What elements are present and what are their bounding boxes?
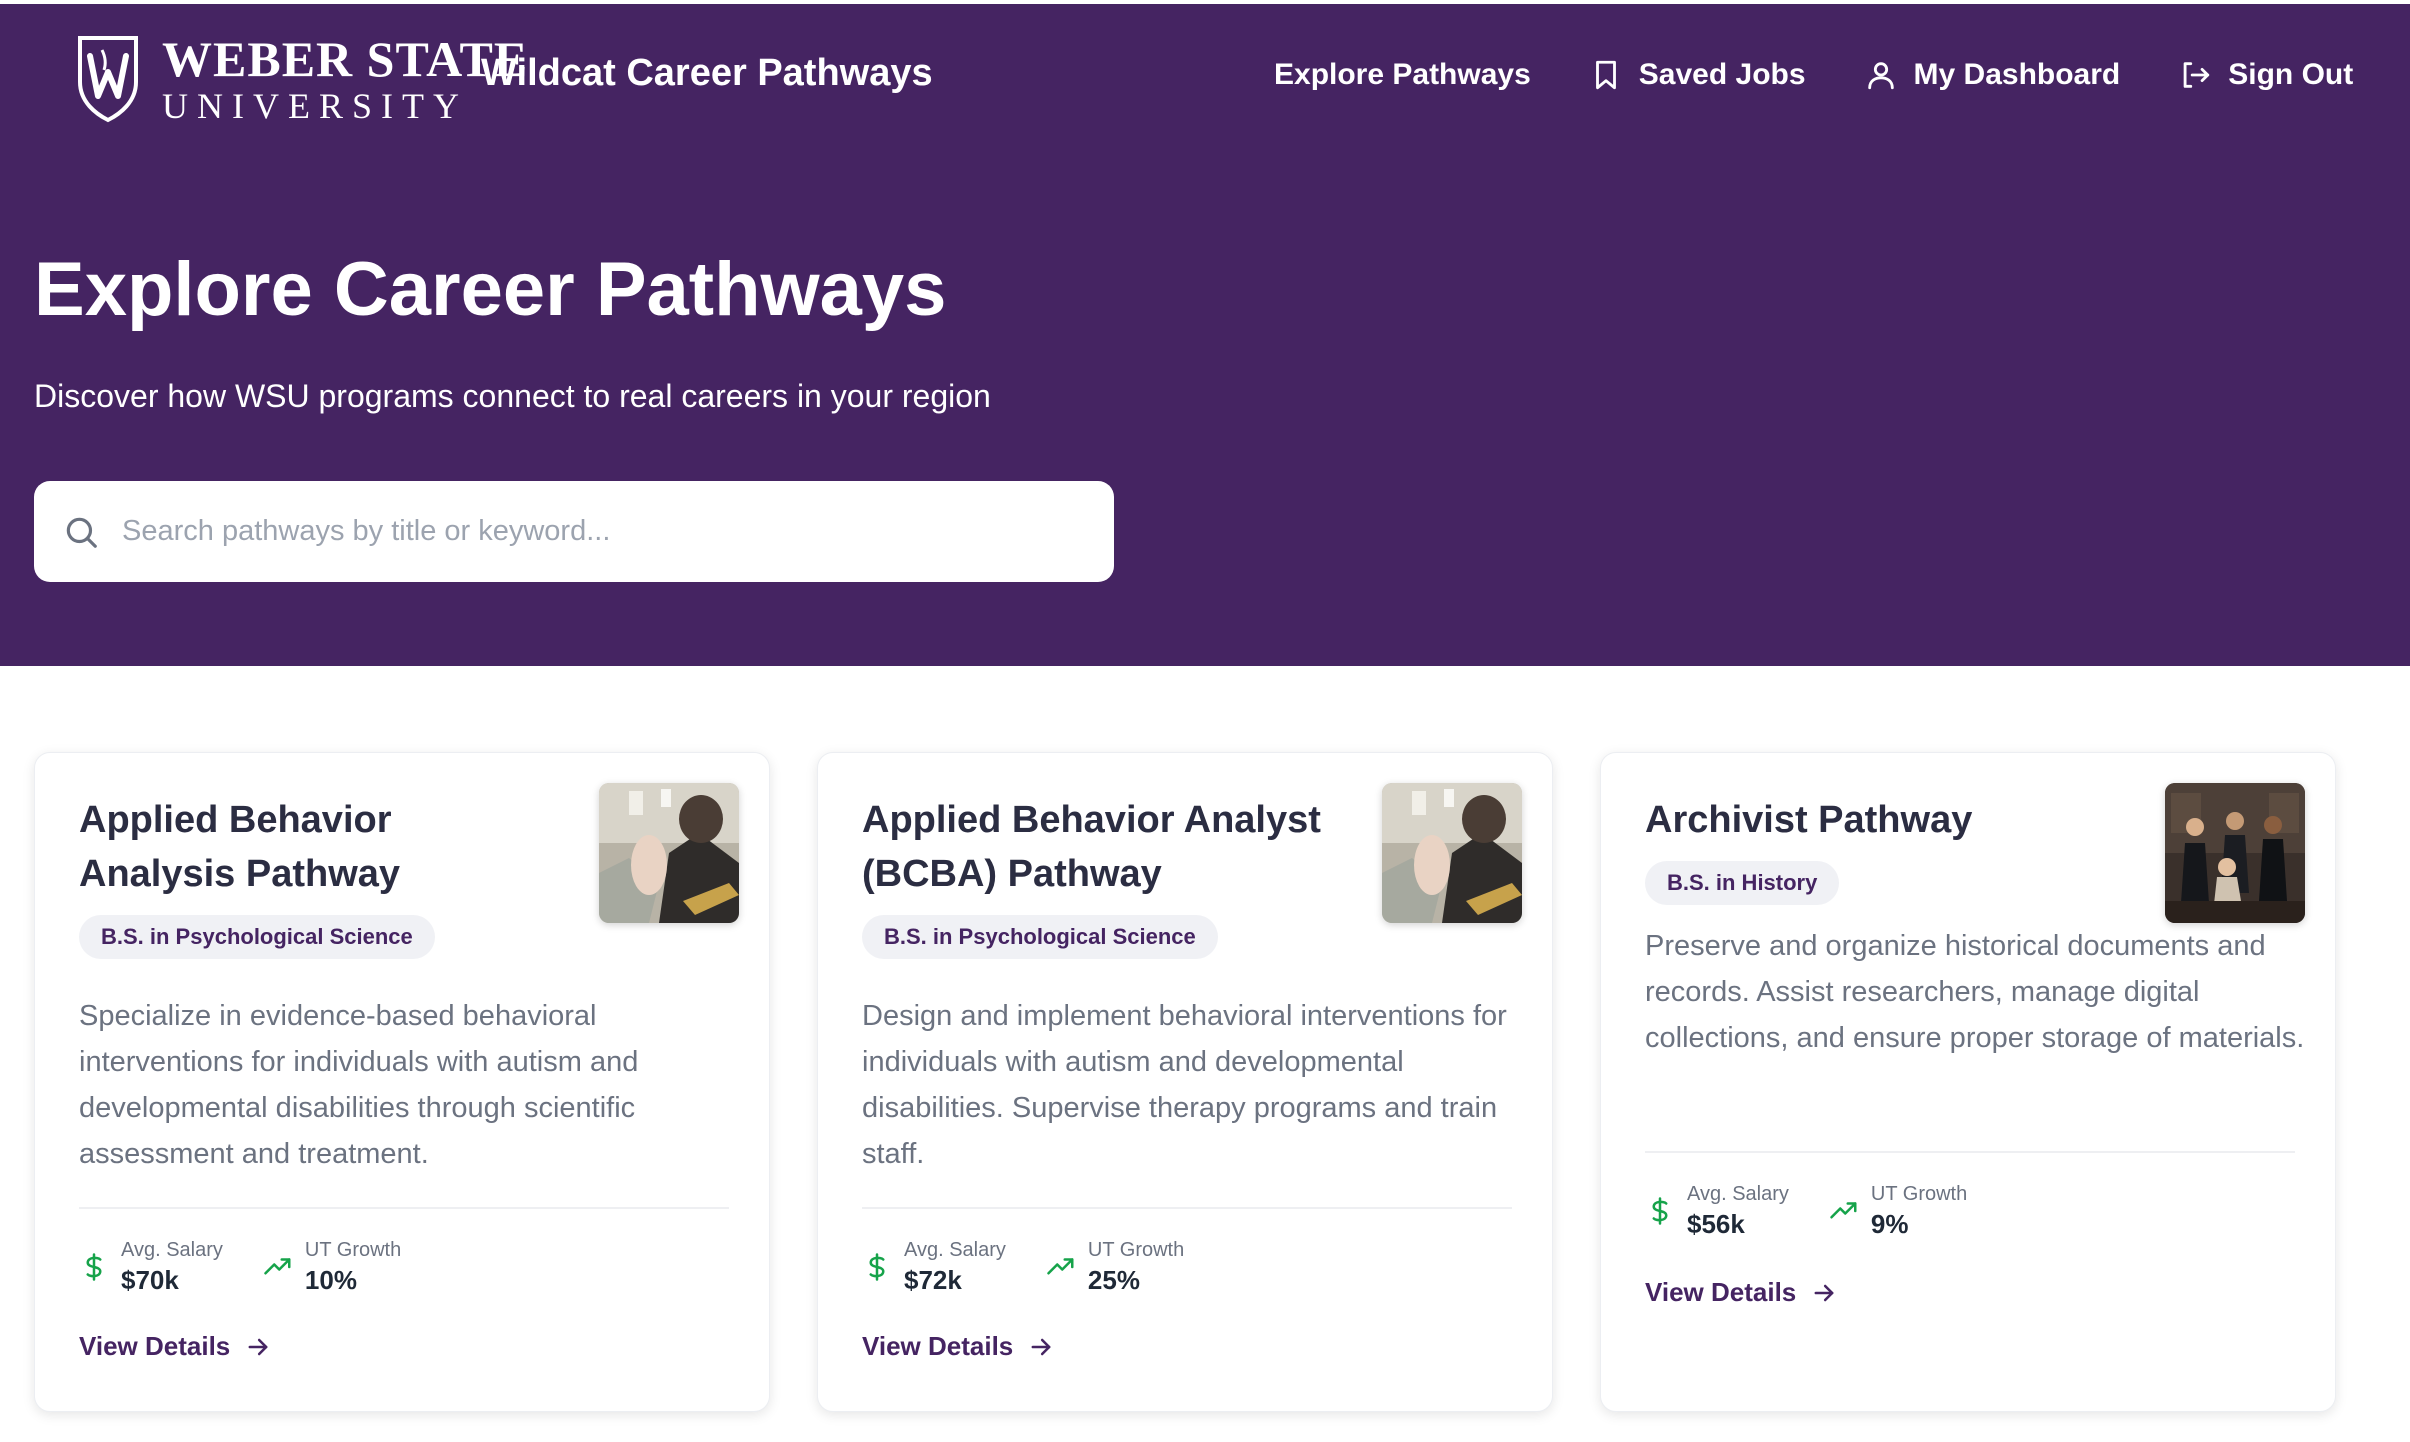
- view-details-label: View Details: [79, 1331, 231, 1361]
- growth-label: UT Growth: [1870, 1183, 1968, 1205]
- pathway-card[interactable]: Applied Behavior Analysis Pathway B.S. i…: [34, 752, 770, 1412]
- trending-up-icon: [1047, 1258, 1074, 1275]
- card-divider: [79, 1207, 729, 1209]
- card-thumbnail: [1382, 783, 1522, 923]
- dollar-icon: [86, 1253, 102, 1281]
- card-divider: [862, 1207, 1512, 1209]
- bookmark-icon: [1595, 60, 1616, 90]
- growth-value: 9%: [1870, 1209, 1909, 1239]
- growth-value: 10%: [304, 1265, 357, 1295]
- card-stats: Avg. Salary $70k UT Growth 10%: [79, 1237, 401, 1297]
- therapy-session-photo: [1382, 783, 1522, 923]
- sign-out-icon: [2183, 62, 2210, 88]
- view-details-label: View Details: [1645, 1277, 1797, 1307]
- growth-label: UT Growth: [304, 1239, 402, 1261]
- trending-up-icon: [264, 1258, 291, 1275]
- card-title[interactable]: Applied Behavior Analysis Pathway: [79, 793, 549, 901]
- search-icon: [66, 517, 97, 548]
- dollar-icon: [1652, 1197, 1668, 1225]
- page-subtitle: Discover how WSU programs connect to rea…: [34, 378, 991, 414]
- university-name: WEBER STATE: [162, 31, 529, 87]
- card-divider: [1645, 1151, 2295, 1153]
- wsu-shield-icon: [78, 36, 138, 123]
- card-title[interactable]: Applied Behavior Analyst (BCBA) Pathway: [862, 793, 1332, 901]
- nav-label: Explore Pathways: [1274, 58, 1531, 91]
- card-title[interactable]: Archivist Pathway: [1645, 793, 2115, 847]
- pathway-cards: Applied Behavior Analysis Pathway B.S. i…: [34, 752, 2378, 1414]
- salary-stat: Avg. Salary $56k: [1645, 1181, 1789, 1241]
- view-details-label: View Details: [862, 1331, 1014, 1361]
- degree-badge: B.S. in Psychological Science: [862, 915, 1218, 959]
- card-description: Specialize in evidence-based behavioral …: [79, 1000, 639, 1170]
- growth-label: UT Growth: [1087, 1239, 1185, 1261]
- user-icon: [1867, 62, 1894, 90]
- salary-value: $72k: [904, 1265, 962, 1295]
- search-input[interactable]: [120, 514, 1084, 549]
- nav-explore-pathways[interactable]: Explore Pathways: [1274, 58, 1531, 92]
- view-details-link[interactable]: View Details: [862, 1331, 1055, 1362]
- professionals-group-photo: [2165, 783, 2305, 923]
- growth-stat: UT Growth 9%: [1829, 1181, 1967, 1241]
- card-description: Design and implement behavioral interven…: [862, 1000, 1507, 1170]
- salary-label: Avg. Salary: [121, 1239, 223, 1261]
- trending-up-icon: [1830, 1202, 1857, 1219]
- card-stats: Avg. Salary $56k UT Growth 9%: [1645, 1181, 1967, 1241]
- page-title: Explore Career Pathways: [34, 247, 947, 332]
- salary-value: $56k: [1687, 1209, 1745, 1239]
- search-bar[interactable]: [34, 481, 1114, 582]
- growth-stat: UT Growth 25%: [1046, 1237, 1184, 1297]
- app-title[interactable]: Wildcat Career Pathways: [481, 52, 933, 95]
- therapy-session-photo: [599, 783, 739, 923]
- salary-stat: Avg. Salary $72k: [862, 1237, 1006, 1297]
- view-details-link[interactable]: View Details: [1645, 1277, 1838, 1308]
- card-header: Applied Behavior Analysis Pathway B.S. i…: [79, 793, 549, 959]
- university-wordmark: WEBER STATE UNIVERSITY: [162, 34, 528, 124]
- dollar-icon: [869, 1253, 885, 1281]
- salary-stat: Avg. Salary $70k: [79, 1237, 223, 1297]
- card-header: Applied Behavior Analyst (BCBA) Pathway …: [862, 793, 1332, 959]
- card-description: Preserve and organize historical documen…: [1645, 930, 2305, 1054]
- arrow-right-icon: [1814, 1284, 1834, 1301]
- nav-label: Sign Out: [2228, 58, 2354, 91]
- arrow-right-icon: [1031, 1338, 1051, 1355]
- arrow-right-icon: [248, 1338, 268, 1355]
- card-stats: Avg. Salary $72k UT Growth 25%: [862, 1237, 1184, 1297]
- nav-sign-out[interactable]: Sign Out: [2178, 58, 2353, 92]
- university-subtitle: UNIVERSITY: [162, 86, 468, 126]
- pathway-card[interactable]: Applied Behavior Analyst (BCBA) Pathway …: [817, 752, 1553, 1412]
- nav-saved-jobs[interactable]: Saved Jobs: [1589, 58, 1806, 92]
- wsu-logo[interactable]: WEBER STATE UNIVERSITY: [76, 34, 528, 124]
- growth-value: 25%: [1087, 1265, 1140, 1295]
- card-thumbnail: [599, 783, 739, 923]
- salary-value: $70k: [121, 1265, 179, 1295]
- nav-label: My Dashboard: [1913, 58, 2121, 91]
- navbar: WEBER STATE UNIVERSITY Wildcat Career Pa…: [0, 4, 2410, 154]
- degree-badge: B.S. in History: [1645, 861, 1840, 905]
- nav-links: Explore Pathways Saved Jobs My Dashboard: [1274, 58, 2353, 92]
- view-details-link[interactable]: View Details: [79, 1331, 272, 1362]
- salary-label: Avg. Salary: [904, 1239, 1006, 1261]
- growth-stat: UT Growth 10%: [263, 1237, 401, 1297]
- pathway-card[interactable]: Archivist Pathway B.S. in History Preser…: [1600, 752, 2336, 1412]
- degree-badge: B.S. in Psychological Science: [79, 915, 435, 959]
- card-header: Archivist Pathway B.S. in History: [1645, 793, 2115, 905]
- card-thumbnail: [2165, 783, 2305, 923]
- hero-section: WEBER STATE UNIVERSITY Wildcat Career Pa…: [0, 4, 2410, 666]
- nav-label: Saved Jobs: [1638, 58, 1806, 91]
- salary-label: Avg. Salary: [1687, 1183, 1789, 1205]
- nav-my-dashboard[interactable]: My Dashboard: [1864, 58, 2121, 92]
